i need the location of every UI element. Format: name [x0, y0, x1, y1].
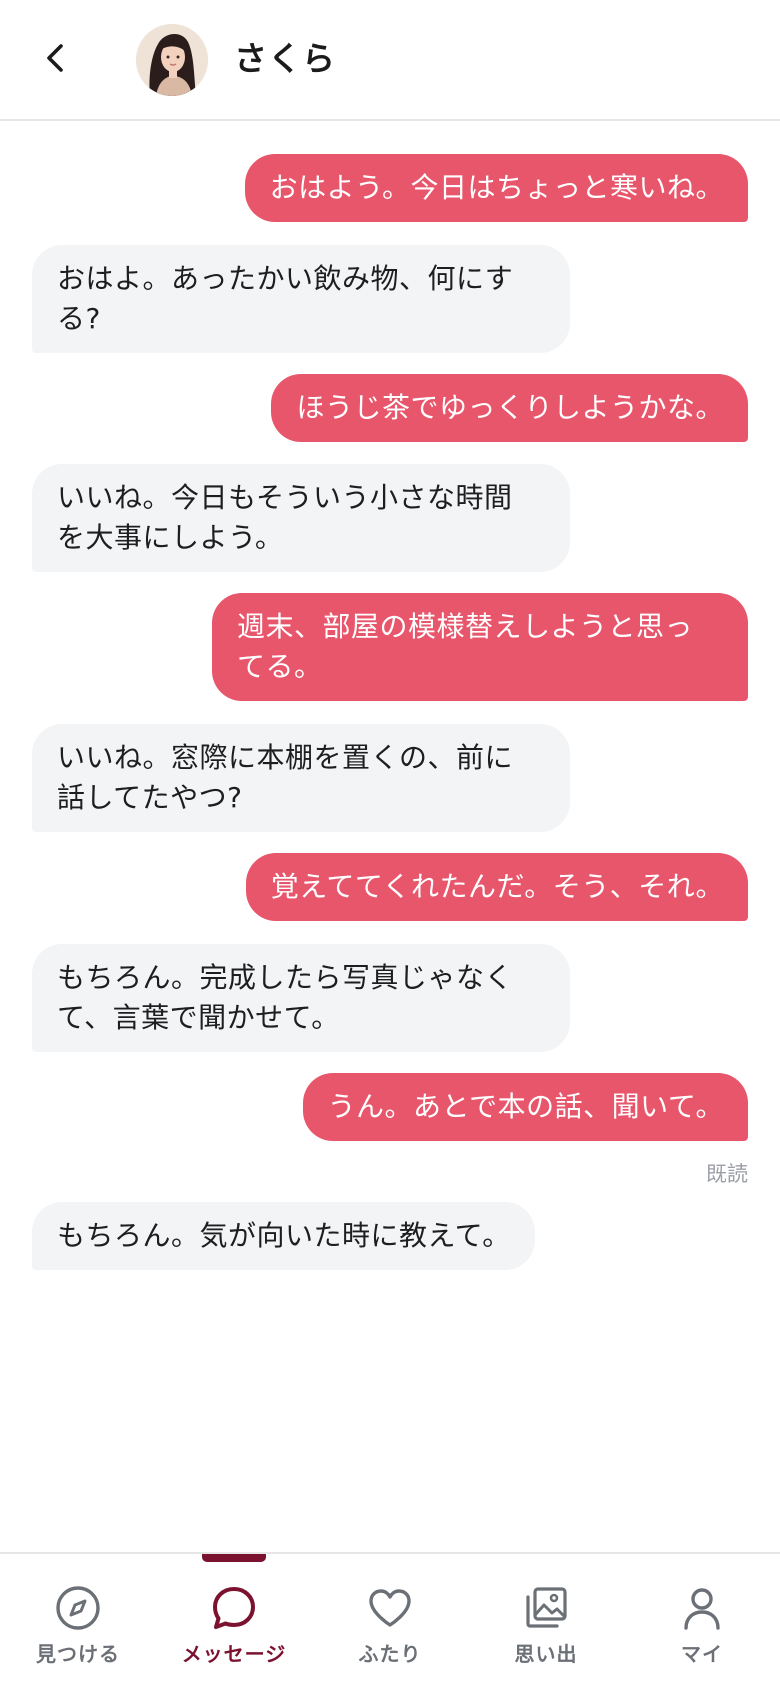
message-bubble-incoming[interactable]: もちろん。完成したら写真じゃなく て、言葉で聞かせて。: [32, 944, 570, 1052]
nav-label: 見つける: [36, 1642, 120, 1666]
back-button[interactable]: [34, 36, 78, 80]
heart-icon: [369, 1589, 411, 1627]
nav-label: ふたり: [358, 1642, 422, 1666]
message-bubble-outgoing[interactable]: 覚えててくれたんだ。そう、それ。: [245, 853, 748, 921]
nav-tab-discover[interactable]: 見つける: [8, 1584, 148, 1680]
chat-bubble-icon: [213, 1587, 255, 1629]
message-text: ほうじ茶でゆっくりしようかな。: [296, 391, 724, 424]
chat-screen: さくら おはよう。今日はちょっと寒いね。 おはよ。あったかい飲み物、何にす る?…: [0, 0, 780, 1690]
message-bubble-incoming[interactable]: おはよ。あったかい飲み物、何にす る?: [32, 245, 570, 353]
message-bubble-outgoing[interactable]: 週末、部屋の模様替えしようと思っ てる。: [212, 593, 748, 701]
nav-tab-messages[interactable]: メッセージ: [164, 1584, 304, 1680]
bottom-nav: 見つける メッセージ ふたり 思い出 マイ: [0, 1552, 780, 1690]
nav-tab-together[interactable]: ふたり: [320, 1584, 460, 1680]
message-text: 覚えててくれたんだ。そう、それ。: [270, 870, 724, 903]
message-bubble-incoming[interactable]: もちろん。気が向いた時に教えて。: [32, 1202, 535, 1270]
message-text: おはよ。あったかい飲み物、何にす る?: [57, 262, 514, 335]
message-bubble-incoming[interactable]: いいね。今日もそういう小さな時間 を大事にしよう。: [32, 464, 570, 572]
chevron-left-icon: [47, 44, 63, 72]
chat-header: さくら: [0, 0, 780, 121]
nav-label: マイ: [681, 1642, 723, 1666]
compass-icon: [56, 1586, 100, 1630]
message-text: 週末、部屋の模様替えしようと思っ てる。: [237, 610, 694, 683]
message-list[interactable]: おはよう。今日はちょっと寒いね。 おはよ。あったかい飲み物、何にす る? ほうじ…: [0, 122, 780, 1552]
message-bubble-outgoing[interactable]: うん。あとで本の話、聞いて。: [302, 1073, 748, 1141]
message-text: いいね。窓際に本棚を置くの、前に 話してたやつ?: [57, 741, 514, 814]
active-tab-indicator: [202, 1554, 266, 1562]
nav-tab-my-page[interactable]: マイ: [632, 1584, 772, 1680]
message-bubble-outgoing[interactable]: おはよう。今日はちょっと寒いね。: [244, 154, 748, 222]
person-icon: [684, 1588, 720, 1630]
message-text: もちろん。完成したら写真じゃなく て、言葉で聞かせて。: [57, 961, 514, 1034]
contact-name: さくら: [234, 39, 336, 78]
message-text: もちろん。気が向いた時に教えて。: [57, 1219, 511, 1252]
message-bubble-incoming[interactable]: いいね。窓際に本棚を置くの、前に 話してたやつ?: [32, 724, 570, 832]
nav-label: 思い出: [514, 1642, 578, 1666]
message-bubble-outgoing[interactable]: ほうじ茶でゆっくりしようかな。: [271, 374, 748, 442]
message-text: うん。あとで本の話、聞いて。: [327, 1090, 724, 1123]
avatar[interactable]: [136, 24, 208, 96]
avatar-portrait: [136, 24, 208, 96]
message-text: おはよう。今日はちょっと寒いね。: [269, 171, 724, 204]
nav-tab-memories[interactable]: 思い出: [476, 1584, 616, 1680]
read-receipt: 既読: [706, 1162, 748, 1186]
photo-album-icon: [526, 1587, 567, 1628]
message-text: いいね。今日もそういう小さな時間 を大事にしよう。: [57, 481, 513, 554]
nav-label: メッセージ: [181, 1642, 287, 1666]
